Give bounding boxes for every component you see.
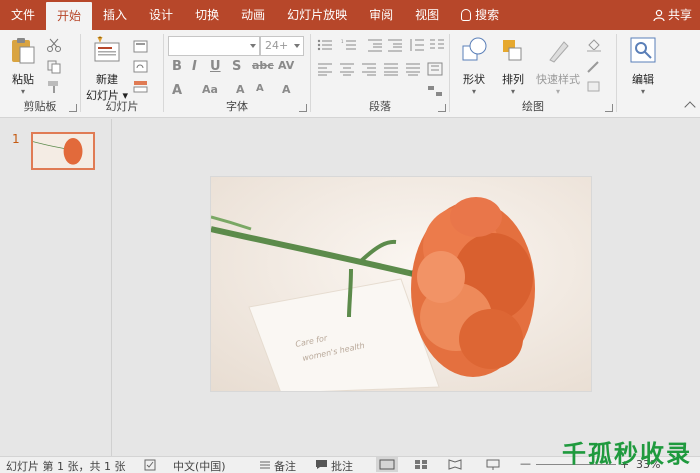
tab-file[interactable]: 文件	[0, 0, 46, 30]
carnation-thumbnail-image	[33, 134, 93, 168]
slides-group-label: 幻灯片	[105, 100, 139, 113]
notes-button[interactable]: 备注	[274, 458, 296, 473]
tab-view[interactable]: 视图	[404, 0, 450, 30]
carnation-photo: Care for women's health	[211, 177, 591, 391]
reset-icon[interactable]	[133, 60, 149, 74]
tab-home[interactable]: 开始	[46, 2, 93, 30]
arrange-icon	[503, 40, 522, 61]
font-color-button[interactable]: A	[172, 83, 182, 98]
tab-insert[interactable]: 插入	[92, 0, 138, 30]
underline-button[interactable]: U	[210, 59, 221, 74]
clear-format-button[interactable]: A	[282, 83, 291, 96]
tab-review[interactable]: 审阅	[358, 0, 404, 30]
bold-button[interactable]: B	[172, 59, 182, 74]
shape-fill-icon[interactable]	[586, 38, 602, 52]
tab-design[interactable]: 设计	[138, 0, 184, 30]
distributed-icon[interactable]	[405, 62, 421, 76]
font-name-combobox[interactable]	[168, 36, 260, 56]
quick-styles-icon	[549, 41, 569, 63]
drawing-dialog-launcher[interactable]	[605, 104, 613, 112]
new-slide-button[interactable]: 新建 幻灯片 ▾	[83, 36, 131, 103]
ribbon: 粘贴 ▾ 剪贴板 新建 幻灯片 ▾ 幻灯片 24+ B I U S abc AV…	[0, 30, 700, 118]
font-group-label: 字体	[226, 100, 248, 113]
tab-transitions[interactable]: 切换	[184, 0, 230, 30]
section-icon[interactable]	[133, 80, 149, 94]
decrease-font-button[interactable]: A	[256, 83, 264, 94]
clipboard-paste-icon	[12, 38, 35, 64]
powerpoint-window: 文件 开始 插入 设计 切换 动画 幻灯片放映 审阅 视图 搜索 共享 粘贴 ▾	[0, 0, 700, 473]
strikethrough-button[interactable]: abc	[252, 59, 274, 72]
font-dialog-launcher[interactable]	[299, 104, 307, 112]
bullets-icon[interactable]	[317, 38, 333, 52]
increase-font-button[interactable]: A	[236, 83, 245, 96]
tab-slideshow[interactable]: 幻灯片放映	[276, 0, 358, 30]
reading-view-icon[interactable]	[448, 459, 462, 470]
slideshow-icon[interactable]	[486, 459, 500, 470]
person-icon	[653, 9, 665, 21]
notes-icon[interactable]	[259, 460, 271, 470]
change-case-button[interactable]: Aa	[202, 83, 218, 96]
increase-indent-icon[interactable]	[387, 38, 403, 52]
zoom-out-button[interactable]: —	[520, 457, 531, 470]
shadow-button[interactable]: S	[232, 59, 241, 74]
arrange-button[interactable]: 排列 ▾	[496, 36, 530, 96]
editing-button[interactable]: 编辑 ▾	[623, 36, 663, 96]
italic-button[interactable]: I	[192, 59, 197, 74]
clipboard-group: 粘贴 ▾ 剪贴板	[0, 32, 80, 116]
ribbon-tab-bar: 文件 开始 插入 设计 切换 动画 幻灯片放映 审阅 视图 搜索	[0, 0, 700, 30]
lightbulb-icon	[461, 9, 472, 21]
layout-icon[interactable]	[133, 40, 149, 54]
clipboard-dialog-launcher[interactable]	[69, 104, 77, 112]
quick-styles-button[interactable]: 快速样式 ▾	[532, 36, 584, 96]
text-direction-icon[interactable]	[427, 62, 443, 76]
slide-count-status: 幻灯片 第 1 张，共 1 张	[6, 460, 126, 473]
char-spacing-button[interactable]: AV	[278, 59, 294, 72]
comments-icon[interactable]	[315, 459, 328, 470]
comments-button[interactable]: 批注	[331, 458, 353, 473]
line-spacing-icon[interactable]	[409, 38, 425, 52]
editing-group: 编辑 ▾	[617, 32, 667, 116]
paragraph-group: 1 段落	[311, 32, 449, 116]
shape-outline-icon[interactable]	[586, 60, 602, 74]
slide-number: 1	[12, 132, 20, 146]
collapse-ribbon-button[interactable]	[684, 101, 696, 113]
paste-button[interactable]: 粘贴 ▾	[6, 36, 40, 96]
shape-effects-icon[interactable]	[586, 80, 602, 94]
font-size-combobox[interactable]: 24+	[260, 36, 304, 56]
share-button[interactable]: 共享	[653, 0, 692, 30]
tab-search[interactable]: 搜索	[450, 0, 510, 30]
spellcheck-icon[interactable]	[144, 459, 158, 471]
columns-icon[interactable]	[429, 38, 445, 52]
font-group: 24+ B I U S abc AV A Aa A A A 字体	[164, 32, 310, 116]
drawing-group-label: 绘图	[522, 100, 544, 113]
slide-thumbnail-pane: 1	[0, 119, 112, 456]
new-slide-icon	[94, 36, 120, 62]
find-icon	[630, 37, 656, 63]
align-right-icon[interactable]	[361, 62, 377, 76]
clipboard-group-label: 剪贴板	[23, 100, 57, 113]
current-slide[interactable]: Care for women's health	[210, 176, 592, 392]
smartart-icon[interactable]	[427, 84, 443, 98]
slide-sorter-icon[interactable]	[414, 459, 428, 470]
normal-view-icon[interactable]	[376, 457, 398, 472]
format-painter-icon[interactable]	[46, 80, 62, 94]
copy-icon[interactable]	[46, 60, 62, 74]
numbering-icon[interactable]: 1	[341, 38, 357, 52]
tab-animations[interactable]: 动画	[230, 0, 276, 30]
cut-icon[interactable]	[46, 38, 62, 52]
watermark-text: 千孤秒收录	[562, 440, 692, 468]
align-left-icon[interactable]	[317, 62, 333, 76]
shapes-button[interactable]: 形状 ▾	[456, 36, 492, 96]
justify-icon[interactable]	[383, 62, 399, 76]
align-center-icon[interactable]	[339, 62, 355, 76]
svg-text:1: 1	[341, 39, 344, 44]
drawing-group: 形状 ▾ 排列 ▾ 快速样式 ▾ 绘图	[450, 32, 616, 116]
slide-thumbnail[interactable]	[31, 132, 95, 170]
paragraph-group-label: 段落	[369, 100, 391, 113]
decrease-indent-icon[interactable]	[367, 38, 383, 52]
slides-group: 新建 幻灯片 ▾ 幻灯片	[81, 32, 163, 116]
paragraph-dialog-launcher[interactable]	[438, 104, 446, 112]
shapes-icon	[462, 37, 487, 61]
language-status[interactable]: 中文(中国)	[173, 458, 226, 473]
